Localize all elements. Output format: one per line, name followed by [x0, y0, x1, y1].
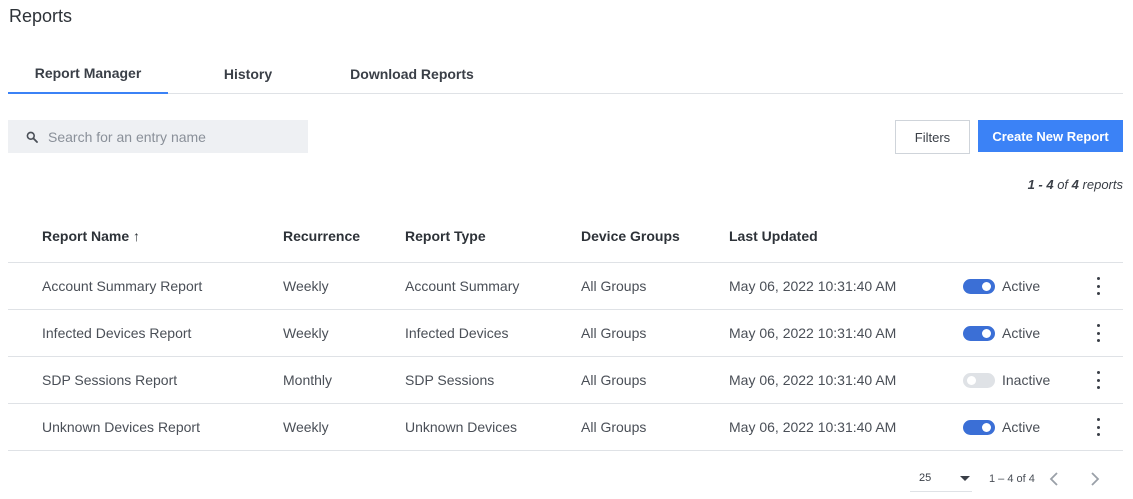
device-groups: All Groups: [581, 325, 647, 341]
search-box: [8, 120, 308, 153]
status-toggle[interactable]: [963, 279, 995, 294]
chevron-left-icon[interactable]: [1046, 470, 1062, 488]
tab-download-reports[interactable]: Download Reports: [320, 54, 504, 93]
device-groups: All Groups: [581, 372, 647, 388]
search-icon: [26, 131, 38, 143]
results-count: 1 - 4 of 4 reports: [1028, 177, 1123, 192]
table-row: Unknown Devices Report Weekly Unknown De…: [8, 404, 1123, 451]
status-toggle[interactable]: [963, 420, 995, 435]
page-size-value: 25: [919, 472, 932, 484]
column-header-report-name[interactable]: Report Name ↑: [42, 228, 140, 244]
table-header: Report Name ↑ Recurrence Report Type Dev…: [8, 214, 1123, 263]
create-new-report-button[interactable]: Create New Report: [978, 120, 1123, 152]
page-range: 1 – 4 of 4: [989, 473, 1035, 485]
report-type: Unknown Devices: [405, 419, 518, 435]
device-groups: All Groups: [581, 419, 647, 435]
table-row: Infected Devices Report Weekly Infected …: [8, 310, 1123, 357]
recurrence: Weekly: [283, 278, 329, 294]
status-toggle[interactable]: [963, 326, 995, 341]
table-row: Account Summary Report Weekly Account Su…: [8, 263, 1123, 310]
recurrence: Weekly: [283, 325, 329, 341]
chevron-right-icon[interactable]: [1087, 470, 1103, 488]
table-row: SDP Sessions Report Monthly SDP Sessions…: [8, 357, 1123, 404]
tab-report-manager[interactable]: Report Manager: [8, 54, 168, 94]
kebab-menu-icon[interactable]: [1094, 418, 1102, 436]
search-input[interactable]: [48, 128, 288, 145]
pagination: 25 1 – 4 of 4: [910, 466, 1123, 492]
report-name[interactable]: SDP Sessions Report: [42, 372, 177, 388]
kebab-menu-icon[interactable]: [1094, 324, 1102, 342]
tab-bar: Report Manager History Download Reports: [8, 54, 1123, 94]
device-groups: All Groups: [581, 278, 647, 294]
report-name[interactable]: Unknown Devices Report: [42, 419, 200, 435]
last-updated: May 06, 2022 10:31:40 AM: [729, 372, 897, 388]
status-label: Active: [1002, 278, 1041, 294]
report-type: SDP Sessions: [405, 372, 495, 388]
recurrence: Monthly: [283, 372, 333, 388]
caret-down-icon: [960, 476, 970, 481]
column-header-recurrence[interactable]: Recurrence: [283, 228, 360, 244]
status-label: Inactive: [1002, 372, 1051, 388]
status-label: Active: [1002, 419, 1041, 435]
column-header-last-updated[interactable]: Last Updated: [729, 228, 818, 244]
status-label: Active: [1002, 325, 1041, 341]
last-updated: May 06, 2022 10:31:40 AM: [729, 278, 897, 294]
tab-history[interactable]: History: [176, 54, 320, 93]
last-updated: May 06, 2022 10:31:40 AM: [729, 325, 897, 341]
results-unit: reports: [1082, 177, 1123, 192]
kebab-menu-icon[interactable]: [1094, 277, 1102, 295]
page-title: Reports: [9, 6, 73, 26]
results-total: 4: [1071, 177, 1079, 192]
results-of: of: [1057, 177, 1069, 192]
page-size-select[interactable]: 25: [910, 466, 972, 492]
reports-table: Report Name ↑ Recurrence Report Type Dev…: [8, 214, 1123, 451]
last-updated: May 06, 2022 10:31:40 AM: [729, 419, 897, 435]
column-header-report-type[interactable]: Report Type: [405, 228, 486, 244]
kebab-menu-icon[interactable]: [1094, 371, 1102, 389]
report-name[interactable]: Account Summary Report: [42, 278, 202, 294]
report-type: Infected Devices: [405, 325, 509, 341]
report-type: Account Summary: [405, 278, 520, 294]
report-name[interactable]: Infected Devices Report: [42, 325, 191, 341]
status-toggle[interactable]: [963, 373, 995, 388]
column-header-device-groups[interactable]: Device Groups: [581, 228, 680, 244]
filters-button[interactable]: Filters: [895, 120, 970, 154]
recurrence: Weekly: [283, 419, 329, 435]
results-range: 1 - 4: [1027, 177, 1054, 192]
